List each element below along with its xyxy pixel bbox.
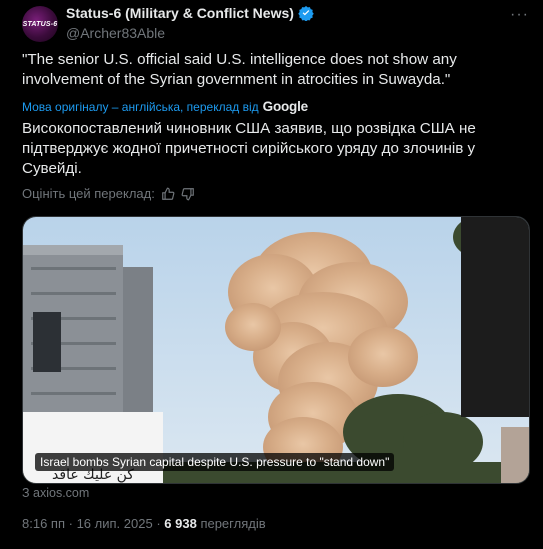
tweet-date[interactable]: 16 лип. 2025 <box>77 516 153 531</box>
view-count: 6 938 <box>164 516 197 531</box>
link-card-image[interactable]: كن عليك عاقد Israel bombs Syrian capital… <box>22 216 530 484</box>
thumbs-down-icon[interactable] <box>181 187 195 201</box>
author-name[interactable]: Status-6 (Military & Conflict News) <box>66 5 294 21</box>
views-label: переглядів <box>200 516 266 531</box>
explosion-photo: كن عليك عاقد <box>23 217 529 483</box>
google-logo: Google <box>262 99 309 114</box>
tweet-meta: 8:16 пп · 16 лип. 2025 · 6 938 перегляді… <box>22 516 266 531</box>
avatar[interactable]: STATUS-6 <box>22 6 58 42</box>
avatar-text: STATUS-6 <box>22 20 58 28</box>
tweet-text: "The senior U.S. official said U.S. inte… <box>22 51 457 88</box>
card-caption: Israel bombs Syrian capital despite U.S.… <box>35 453 395 471</box>
card-source[interactable]: З axios.com <box>22 486 89 500</box>
thumbs-up-icon[interactable] <box>161 187 175 201</box>
translation-note[interactable]: Мова оригіналу – англійська, переклад ві… <box>22 99 308 114</box>
tweet-header: Status-6 (Military & Conflict News) @Arc… <box>66 5 314 41</box>
more-options-icon[interactable]: ··· <box>510 6 529 24</box>
rate-translation-label: Оцініть цей переклад: <box>22 186 155 201</box>
translated-text: Високопоставлений чиновник США заявив, щ… <box>22 120 476 177</box>
verified-badge-icon <box>298 6 314 21</box>
tweet-time[interactable]: 8:16 пп <box>22 516 65 531</box>
rate-translation: Оцініть цей переклад: <box>22 186 195 201</box>
meta-separator: · <box>68 516 77 531</box>
author-handle[interactable]: @Archer83Able <box>66 25 314 41</box>
translation-note-text: Мова оригіналу – англійська, переклад ві… <box>22 99 259 114</box>
